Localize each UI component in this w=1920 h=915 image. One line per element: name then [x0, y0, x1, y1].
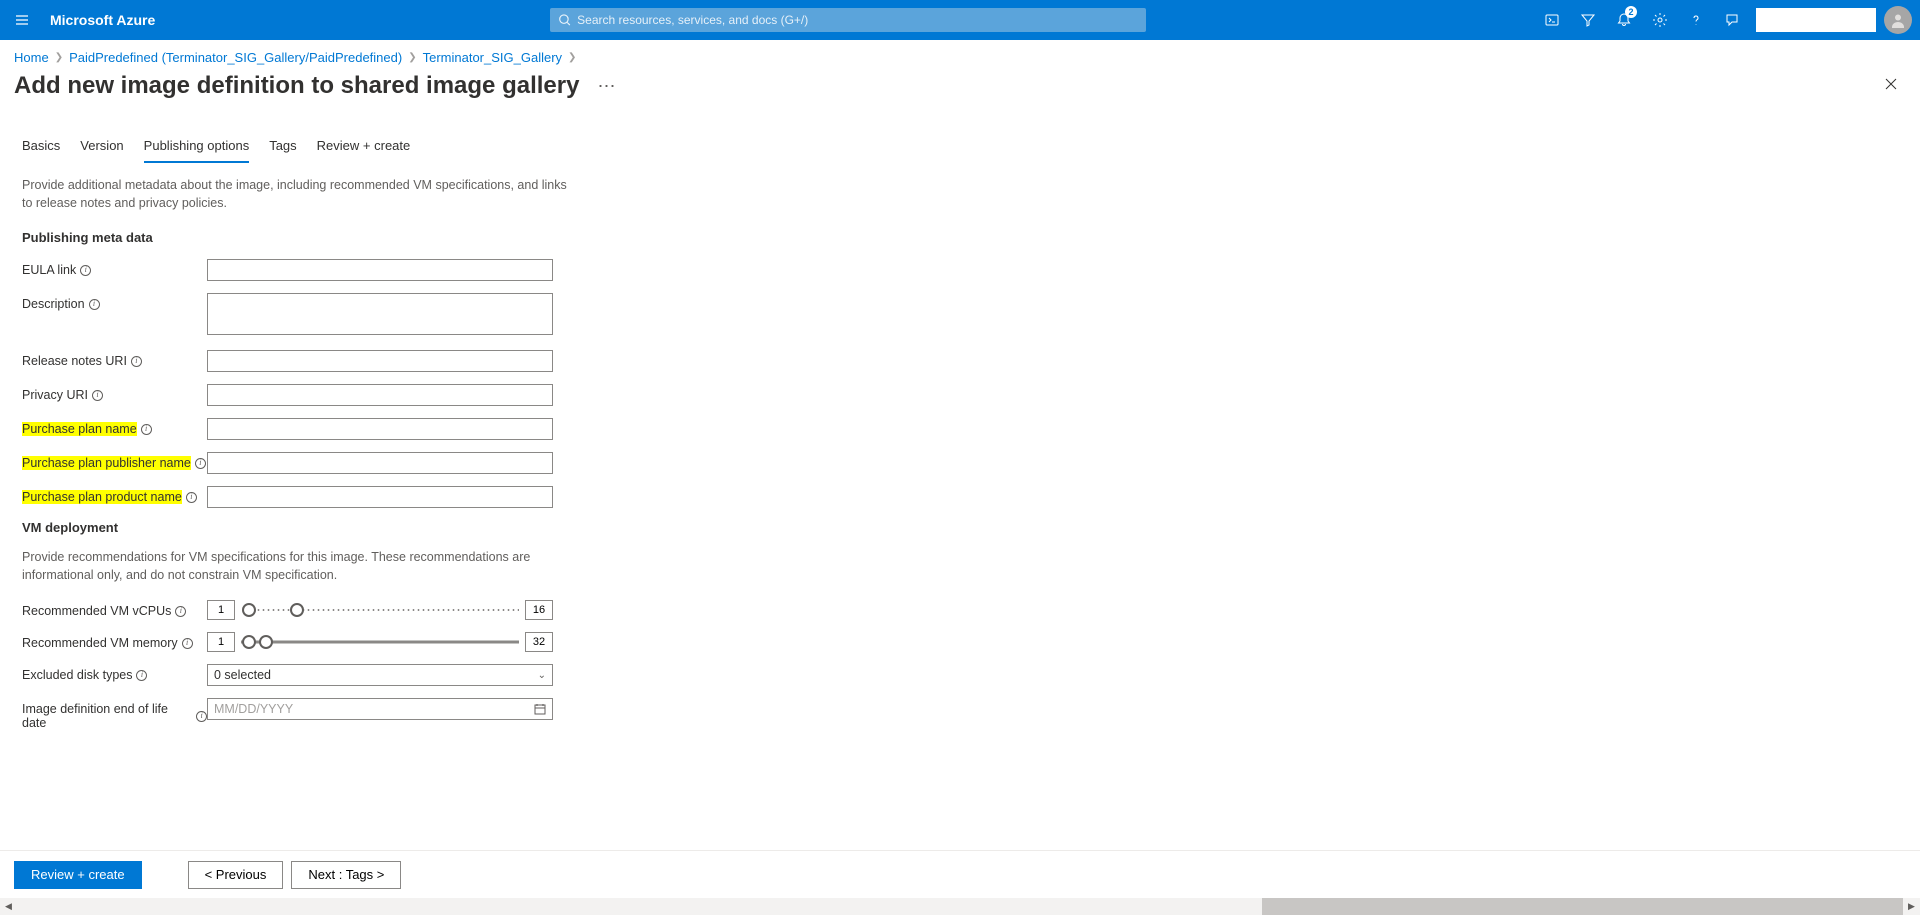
tab-bar: Basics Version Publishing options Tags R…	[0, 110, 1920, 163]
menu-button[interactable]	[0, 0, 44, 40]
eol-date-input[interactable]: MM/DD/YYYY	[207, 698, 553, 720]
top-bar: Microsoft Azure 2	[0, 0, 1920, 40]
info-icon[interactable]: i	[89, 299, 100, 310]
calendar-icon	[534, 703, 546, 715]
vcpus-min-input[interactable]	[207, 600, 235, 620]
privacy-input[interactable]	[207, 384, 553, 406]
help-button[interactable]	[1678, 0, 1714, 40]
plan-name-input[interactable]	[207, 418, 553, 440]
gear-icon	[1652, 12, 1668, 28]
label-plan-product: Purchase plan product name	[22, 490, 182, 504]
help-icon	[1688, 12, 1704, 28]
global-search[interactable]	[550, 8, 1146, 32]
memory-slider[interactable]	[207, 632, 553, 652]
info-icon[interactable]: i	[182, 638, 193, 649]
label-plan-publisher: Purchase plan publisher name	[22, 456, 191, 470]
label-description: Description	[22, 297, 85, 311]
label-eula: EULA link	[22, 263, 76, 277]
info-icon[interactable]: i	[131, 356, 142, 367]
close-button[interactable]	[1876, 69, 1906, 102]
label-disk-types: Excluded disk types	[22, 668, 132, 682]
label-privacy: Privacy URI	[22, 388, 88, 402]
section-publishing-meta: Publishing meta data	[22, 230, 578, 245]
chevron-down-icon: ⌄	[538, 670, 546, 681]
tab-version[interactable]: Version	[80, 138, 123, 163]
cloud-shell-button[interactable]	[1534, 0, 1570, 40]
scroll-thumb[interactable]	[1262, 898, 1903, 915]
close-icon	[1884, 77, 1898, 91]
vcpus-max-input[interactable]	[525, 600, 553, 620]
tab-publishing-options[interactable]: Publishing options	[144, 138, 250, 163]
date-placeholder: MM/DD/YYYY	[214, 702, 293, 716]
label-plan-name: Purchase plan name	[22, 422, 137, 436]
release-notes-input[interactable]	[207, 350, 553, 372]
plan-publisher-input[interactable]	[207, 452, 553, 474]
scroll-right-arrow[interactable]: ▶	[1903, 898, 1920, 915]
info-icon[interactable]: i	[186, 492, 197, 503]
breadcrumb-home[interactable]: Home	[14, 50, 49, 65]
chevron-right-icon: ❯	[568, 52, 576, 63]
feedback-icon	[1724, 12, 1740, 28]
search-icon	[558, 13, 572, 27]
search-input[interactable]	[577, 13, 1137, 27]
label-memory: Recommended VM memory	[22, 636, 178, 650]
notifications-button[interactable]: 2	[1606, 0, 1642, 40]
plan-product-input[interactable]	[207, 486, 553, 508]
chevron-right-icon: ❯	[55, 52, 63, 63]
settings-button[interactable]	[1642, 0, 1678, 40]
vcpus-slider[interactable]	[207, 600, 553, 620]
slider-thumb-min[interactable]	[242, 635, 256, 649]
slider-thumb-max[interactable]	[259, 635, 273, 649]
memory-min-input[interactable]	[207, 632, 235, 652]
tab-basics[interactable]: Basics	[22, 138, 60, 163]
next-button[interactable]: Next : Tags >	[291, 861, 401, 889]
filter-icon	[1580, 12, 1596, 28]
brand-label: Microsoft Azure	[44, 12, 161, 28]
info-icon[interactable]: i	[80, 265, 91, 276]
label-release-notes: Release notes URI	[22, 354, 127, 368]
eula-input[interactable]	[207, 259, 553, 281]
tab-tags[interactable]: Tags	[269, 138, 296, 163]
previous-button[interactable]: < Previous	[188, 861, 284, 889]
description-input[interactable]	[207, 293, 553, 335]
footer-bar: Review + create < Previous Next : Tags >	[0, 850, 1920, 898]
directory-filter-button[interactable]	[1570, 0, 1606, 40]
vm-deploy-desc: Provide recommendations for VM specifica…	[22, 549, 578, 584]
info-icon[interactable]: i	[92, 390, 103, 401]
disk-types-value: 0 selected	[214, 668, 271, 682]
label-vcpus: Recommended VM vCPUs	[22, 604, 171, 618]
label-eol: Image definition end of life date	[22, 702, 192, 730]
notification-badge: 2	[1625, 6, 1637, 18]
more-actions-button[interactable]: ⋯	[597, 77, 616, 95]
person-icon	[1890, 12, 1906, 28]
intro-text: Provide additional metadata about the im…	[22, 177, 578, 212]
info-icon[interactable]: i	[175, 606, 186, 617]
hamburger-icon	[14, 12, 30, 28]
breadcrumb-item-2[interactable]: Terminator_SIG_Gallery	[423, 50, 562, 65]
scroll-left-arrow[interactable]: ◀	[0, 898, 17, 915]
slider-thumb-min[interactable]	[242, 603, 256, 617]
info-icon[interactable]: i	[195, 458, 206, 469]
disk-types-select[interactable]: 0 selected ⌄	[207, 664, 553, 686]
slider-thumb-max[interactable]	[290, 603, 304, 617]
page-title: Add new image definition to shared image…	[14, 72, 579, 100]
horizontal-scrollbar[interactable]: ◀ ▶	[0, 898, 1920, 915]
section-vm-deployment: VM deployment	[22, 520, 578, 535]
chevron-right-icon: ❯	[408, 52, 416, 63]
info-icon[interactable]: i	[141, 424, 152, 435]
account-input[interactable]	[1756, 8, 1876, 32]
cloud-shell-icon	[1544, 12, 1560, 28]
feedback-button[interactable]	[1714, 0, 1750, 40]
info-icon[interactable]: i	[196, 711, 207, 722]
memory-max-input[interactable]	[525, 632, 553, 652]
user-avatar[interactable]	[1884, 6, 1912, 34]
info-icon[interactable]: i	[136, 670, 147, 681]
breadcrumb-item-1[interactable]: PaidPredefined (Terminator_SIG_Gallery/P…	[69, 50, 402, 65]
breadcrumb: Home ❯ PaidPredefined (Terminator_SIG_Ga…	[0, 40, 1920, 69]
review-create-button[interactable]: Review + create	[14, 861, 142, 889]
tab-review-create[interactable]: Review + create	[317, 138, 411, 163]
